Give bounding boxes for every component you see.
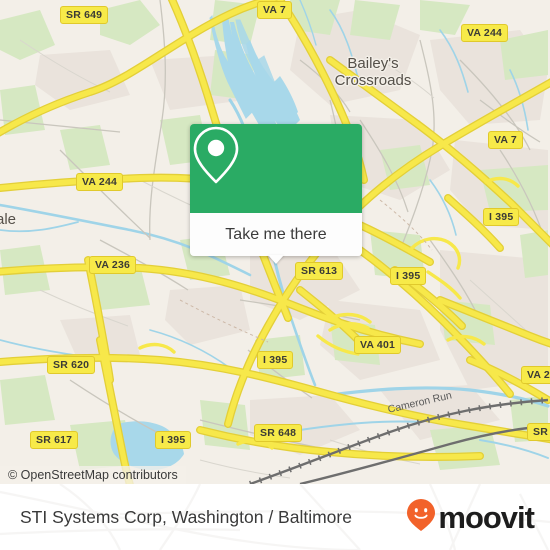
road-shield-sr-613[interactable]: SR 613 [295, 262, 344, 280]
road-shield-va-2-right[interactable]: VA 2 [521, 366, 550, 384]
road-shield-va-7-top[interactable]: VA 7 [257, 1, 292, 19]
road-shield-sr-6-right[interactable]: SR 6 [527, 423, 550, 441]
place-label-clipped-city: ale [0, 211, 17, 228]
footer-bar: STI Systems Corp, Washington / Baltimore… [0, 484, 550, 550]
road-shield-va-244-left[interactable]: VA 244 [76, 173, 124, 191]
road-shield-i-395-mid[interactable]: I 395 [390, 267, 427, 285]
take-me-there-button[interactable]: Take me there [190, 213, 362, 256]
moovit-logo[interactable]: moovit [406, 484, 535, 550]
road-shield-va-7-right[interactable]: VA 7 [488, 131, 523, 149]
road-shield-sr-617[interactable]: SR 617 [30, 431, 79, 449]
place-label-baileys-crossroads: Bailey's Crossroads [334, 55, 412, 89]
moovit-wordmark: moovit [438, 499, 535, 535]
road-shield-sr-648[interactable]: SR 648 [254, 424, 303, 442]
take-me-there-label: Take me there [225, 225, 327, 243]
osm-attribution[interactable]: © OpenStreetMap contributors [0, 466, 186, 484]
road-shield-va-401[interactable]: VA 401 [354, 336, 402, 354]
popup-pointer [268, 255, 284, 264]
location-title: STI Systems Corp, Washington / Baltimore [20, 484, 352, 550]
location-popup: Take me there [190, 124, 362, 264]
road-shield-i-395-bottom[interactable]: I 395 [155, 431, 192, 449]
road-shield-i-395-right[interactable]: I 395 [483, 208, 520, 226]
moovit-smiley-pin-icon [406, 498, 436, 537]
road-shield-va-244-top[interactable]: VA 244 [461, 24, 509, 42]
road-shield-va-236[interactable]: VA 236 [89, 256, 137, 274]
road-shield-i-395-lower[interactable]: I 395 [257, 351, 294, 369]
map-canvas[interactable]: Bailey's Crossroads ale Cameron Run SR 64… [0, 0, 550, 484]
road-shield-sr-649[interactable]: SR 649 [60, 6, 109, 24]
popup-icon-area [190, 124, 362, 213]
map-screenshot: Bailey's Crossroads ale Cameron Run SR 64… [0, 0, 550, 550]
location-title-text: STI Systems Corp, Washington / Baltimore [20, 506, 352, 527]
road-shield-sr-620[interactable]: SR 620 [47, 356, 96, 374]
